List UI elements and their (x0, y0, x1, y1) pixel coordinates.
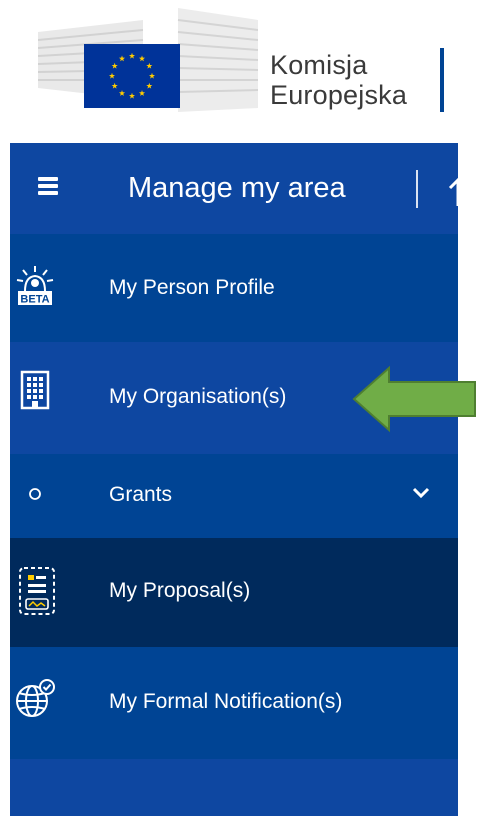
sidebar-item-label: Grants (109, 483, 173, 506)
sidebar-item-grants[interactable]: Grants (10, 454, 458, 538)
hamburger-menu-icon[interactable] (38, 177, 58, 195)
sidebar-item-label: My Person Profile (109, 276, 275, 299)
header: Komisja Europejska (0, 0, 478, 120)
sidebar-empty-area (10, 759, 458, 816)
sidebar-item-proposals[interactable]: My Proposal(s) (10, 538, 458, 647)
sidebar-item-label: My Formal Notification(s) (109, 690, 343, 713)
sidebar-item-person-profile[interactable]: BETA My Person Profile (10, 234, 458, 342)
svg-text:BETA: BETA (20, 294, 49, 306)
logo-text: Komisja Europejska (270, 50, 407, 110)
sidebar: Manage my area BETA My Person Profile My… (10, 143, 458, 816)
building-icon (20, 370, 50, 410)
person-profile-beta-icon: BETA (16, 266, 54, 306)
arrow-up-icon[interactable] (448, 176, 458, 206)
sidebar-item-formal-notifications[interactable]: My Formal Notification(s) (10, 647, 458, 759)
sidebar-title: Manage my area (128, 172, 346, 204)
eu-commission-building-logo (38, 8, 258, 112)
globe-notification-icon (16, 679, 55, 717)
proposal-document-icon (19, 567, 55, 615)
sidebar-item-label: My Proposal(s) (109, 579, 251, 602)
chevron-down-icon[interactable] (412, 486, 430, 500)
logo-line-1: Komisja (270, 50, 368, 80)
logo-divider-bar (440, 48, 444, 112)
sidebar-top-bar: Manage my area (10, 143, 458, 234)
green-pointer-arrow (352, 365, 476, 433)
logo-line-2: Europejska (270, 80, 408, 110)
top-bar-divider (416, 170, 418, 208)
sidebar-item-label: My Organisation(s) (109, 385, 287, 408)
circle-bullet-icon (29, 488, 41, 500)
